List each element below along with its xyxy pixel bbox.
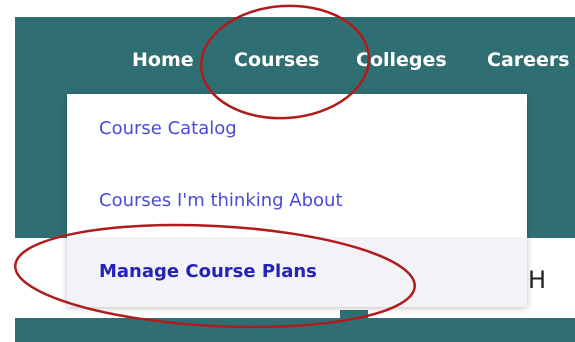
lower-teal-band: [15, 318, 575, 342]
nav-colleges[interactable]: Colleges: [356, 40, 447, 80]
menu-item-course-catalog[interactable]: Course Catalog: [67, 94, 527, 164]
nav-careers[interactable]: Careers: [487, 40, 570, 80]
menu-item-label: Manage Course Plans: [99, 261, 317, 282]
menu-item-label: Course Catalog: [99, 118, 237, 139]
menu-item-manage-course-plans[interactable]: Manage Course Plans: [67, 237, 527, 307]
menu-item-label: Courses I'm thinking About: [99, 190, 343, 211]
nav-home[interactable]: Home: [132, 40, 194, 80]
main-nav: Home Courses Colleges Careers: [0, 40, 575, 80]
page: Home Courses Colleges Careers H Course C…: [0, 0, 575, 342]
menu-item-courses-thinking-about[interactable]: Courses I'm thinking About: [67, 166, 527, 236]
courses-dropdown-menu: Course Catalog Courses I'm thinking Abou…: [67, 94, 527, 307]
nav-courses[interactable]: Courses: [234, 40, 319, 80]
panel-gap: [340, 310, 368, 342]
partial-heading: H: [528, 266, 547, 294]
